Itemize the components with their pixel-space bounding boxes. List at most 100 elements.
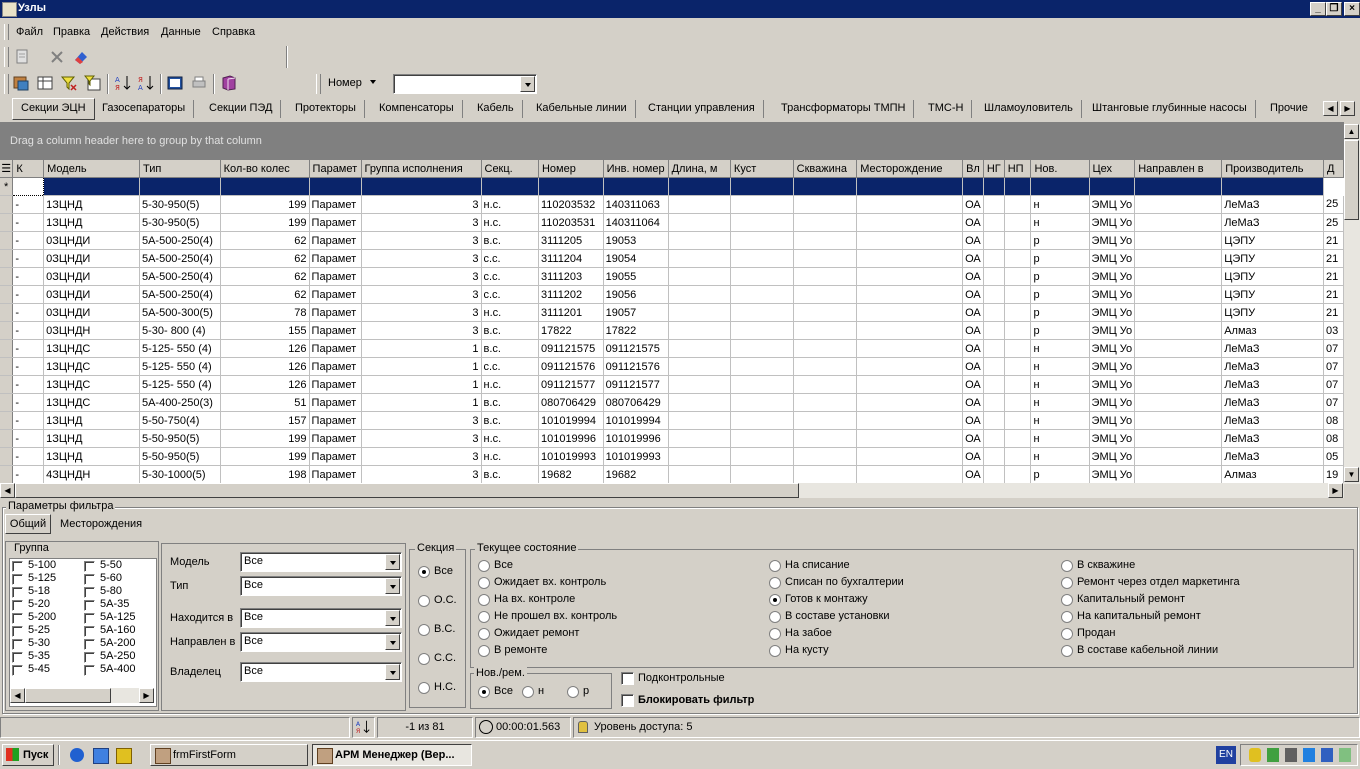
table-cell[interactable]: ЭМЦ Уо	[1089, 249, 1136, 268]
table-cell[interactable]: 091121576	[538, 357, 604, 376]
col-header[interactable]: Тип	[139, 160, 221, 178]
table-cell[interactable]	[1134, 411, 1223, 430]
table-cell[interactable]	[668, 195, 731, 214]
table-cell[interactable]: в.с.	[481, 339, 539, 358]
table-cell[interactable]: ЭМЦ Уо	[1089, 357, 1136, 376]
table-cell[interactable]	[1004, 267, 1032, 286]
table-cell[interactable]: 5А-500-250(4)	[139, 267, 221, 286]
table-cell[interactable]: 3111205	[538, 231, 604, 250]
table-cell[interactable]	[1134, 195, 1223, 214]
table-cell[interactable]: -	[12, 411, 45, 430]
state-radio[interactable]	[769, 594, 781, 606]
table-cell[interactable]: 3	[361, 231, 482, 250]
group-scroll-thumb[interactable]	[25, 688, 111, 703]
table-cell[interactable]	[856, 411, 964, 430]
table-row[interactable]: -1ЗЦНДС 5-125- 550 (4) 126 Парамет 1 с.с. 0911…	[0, 357, 1344, 376]
table-cell[interactable]: ЛеМаЗ	[1221, 411, 1325, 430]
type-select[interactable]: Все	[240, 576, 402, 596]
table-cell[interactable]: 199	[220, 213, 310, 232]
group-checkbox[interactable]	[12, 574, 23, 585]
table-cell[interactable]: 0ЗЦНДИ	[43, 267, 140, 286]
table-cell[interactable]: 19682	[538, 465, 604, 484]
table-cell[interactable]: 1ЗЦНД	[43, 213, 140, 232]
table-cell[interactable]: ЭМЦ Уо	[1089, 231, 1136, 250]
group-checkbox[interactable]	[84, 626, 95, 637]
table-cell[interactable]	[856, 231, 964, 250]
table-cell[interactable]: ЭМЦ Уо	[1089, 429, 1136, 448]
filter-tab-fields[interactable]: Месторождения	[60, 518, 142, 530]
tool-tray-icon[interactable]	[1285, 748, 1297, 762]
table-cell[interactable]: 5-30-950(5)	[139, 213, 221, 232]
search-field-dropdown-icon[interactable]	[370, 80, 376, 84]
table-cell[interactable]: Парамет	[309, 249, 362, 268]
table-cell[interactable]: 07	[1323, 357, 1344, 376]
col-header[interactable]: Куст	[730, 160, 794, 178]
section-radio[interactable]	[418, 595, 430, 607]
table-cell[interactable]	[1134, 249, 1223, 268]
table-cell[interactable]: Парамет	[309, 195, 362, 214]
table-cell[interactable]: н.с.	[481, 375, 539, 394]
table-cell[interactable]: -	[12, 393, 45, 412]
chevron-down-icon[interactable]	[385, 554, 400, 570]
table-cell[interactable]: ОА	[962, 357, 984, 376]
table-cell[interactable]	[668, 303, 731, 322]
table-cell[interactable]: Парамет	[309, 375, 362, 394]
table-cell[interactable]: 3111204	[538, 249, 604, 268]
table-cell[interactable]	[793, 447, 858, 466]
start-button[interactable]: Пуск	[2, 744, 54, 766]
table-cell[interactable]: 1ЗЦНД	[43, 195, 140, 214]
scroll-down-icon[interactable]: ▼	[1344, 467, 1359, 482]
table-cell[interactable]: с.с.	[481, 285, 539, 304]
table-cell[interactable]: Парамет	[309, 339, 362, 358]
table-cell[interactable]: 1ЗЦНД	[43, 429, 140, 448]
table-cell[interactable]: -	[12, 447, 45, 466]
table-cell[interactable]	[668, 285, 731, 304]
table-cell[interactable]	[983, 285, 1005, 304]
table-cell[interactable]	[856, 393, 964, 412]
table-cell[interactable]: н	[1030, 213, 1090, 232]
group-checkbox[interactable]	[12, 665, 23, 676]
table-cell[interactable]	[1134, 213, 1223, 232]
table-cell[interactable]: 091121575	[538, 339, 604, 358]
table-cell[interactable]: в.с.	[481, 465, 539, 484]
table-cell[interactable]: н	[1030, 339, 1090, 358]
table-cell[interactable]: -	[12, 339, 45, 358]
table-cell[interactable]	[730, 285, 794, 304]
table-cell[interactable]	[983, 375, 1005, 394]
table-cell[interactable]	[730, 411, 794, 430]
table-cell[interactable]: 101019993	[603, 447, 669, 466]
network-icon[interactable]	[1267, 748, 1279, 762]
table-row[interactable]: -0ЗЦНДН 5-30- 800 (4) 155 Парамет 3 в.с. 17822…	[0, 321, 1344, 340]
ie-icon[interactable]	[70, 748, 84, 762]
table-cell[interactable]: ЭМЦ Уо	[1089, 339, 1136, 358]
table-cell[interactable]: 5-50-950(5)	[139, 429, 221, 448]
table-cell[interactable]: с.с.	[481, 267, 539, 286]
table-cell[interactable]: ЛеМаЗ	[1221, 393, 1325, 412]
table-cell[interactable]: ОА	[962, 231, 984, 250]
table-cell[interactable]: 157	[220, 411, 310, 430]
table-cell[interactable]: 5А-500-300(5)	[139, 303, 221, 322]
table-cell[interactable]: 0ЗЦНДН	[43, 321, 140, 340]
table-cell[interactable]: 3	[361, 213, 482, 232]
table-cell[interactable]	[730, 321, 794, 340]
menu-data[interactable]: Данные	[161, 26, 201, 38]
filter-icon[interactable]	[60, 74, 78, 92]
group-checkbox[interactable]	[12, 652, 23, 663]
table-cell[interactable]: Парамет	[309, 267, 362, 286]
table-cell[interactable]	[668, 231, 731, 250]
table-cell[interactable]: 19682	[603, 465, 669, 484]
table-cell[interactable]: 1ЗЦНДС	[43, 339, 140, 358]
table-row[interactable]: -0ЗЦНДИ 5А-500-250(4) 62 Парамет 3 в.с. 311120…	[0, 231, 1344, 250]
table-cell[interactable]	[856, 195, 964, 214]
table-cell[interactable]	[730, 249, 794, 268]
table-cell[interactable]: Парамет	[309, 357, 362, 376]
delete-icon[interactable]	[48, 48, 66, 66]
group-checkbox[interactable]	[12, 561, 23, 572]
sort-desc-icon[interactable]: ЯA	[137, 74, 155, 92]
table-cell[interactable]: 25	[1323, 213, 1344, 232]
table-cell[interactable]: ОА	[962, 339, 984, 358]
table-cell[interactable]: 080706429	[603, 393, 669, 412]
table-cell[interactable]: 110203531	[538, 213, 604, 232]
table-cell[interactable]: -	[12, 303, 45, 322]
table-cell[interactable]: ЭМЦ Уо	[1089, 303, 1136, 322]
